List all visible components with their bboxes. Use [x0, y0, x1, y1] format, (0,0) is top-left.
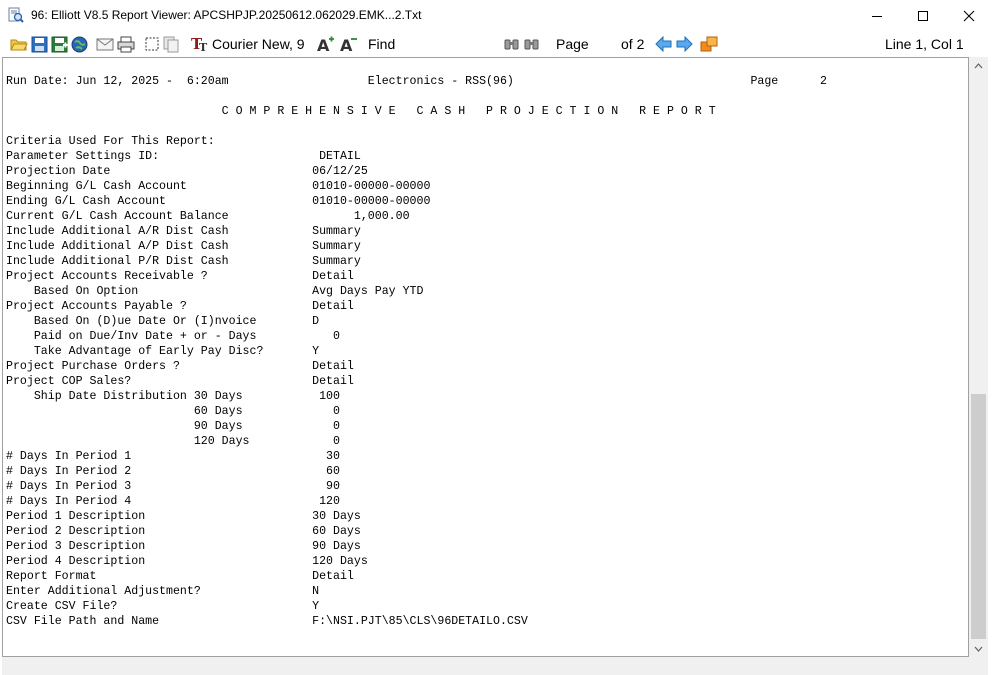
- report-line: Based On Option Avg Days Pay YTD: [6, 285, 424, 298]
- report-line: Period 3 Description 90 Days: [6, 540, 361, 553]
- report-text: Run Date: Jun 12, 2025 - 6:20am Electron…: [6, 74, 827, 629]
- report-view[interactable]: Run Date: Jun 12, 2025 - 6:20am Electron…: [2, 57, 969, 657]
- report-line: Current G/L Cash Account Balance 1,000.0…: [6, 210, 410, 223]
- cursor-position-wrap: Line 1, Col 1: [885, 34, 964, 54]
- window-title: 96: Elliott V8.5 Report Viewer: APCSHPJP…: [31, 8, 422, 22]
- page-of-label: of 2: [621, 36, 645, 52]
- cursor-position: Line 1, Col 1: [885, 36, 964, 52]
- report-line: Beginning G/L Cash Account 01010-00000-0…: [6, 180, 431, 193]
- report-line: 60 Days 0: [6, 405, 340, 418]
- report-line: # Days In Period 3 90: [6, 480, 340, 493]
- find-next-icon: [504, 39, 519, 49]
- report-line: [6, 89, 827, 104]
- find-label-wrap: Find: [368, 34, 395, 54]
- chevron-down-icon: [974, 646, 983, 652]
- print-button[interactable]: [117, 34, 135, 54]
- close-icon: [963, 10, 975, 21]
- report-line: Ship Date Distribution 30 Days 100: [6, 390, 340, 403]
- chevron-up-icon: [974, 62, 983, 68]
- scroll-down-button[interactable]: [969, 640, 988, 657]
- increase-font-button[interactable]: A: [316, 34, 334, 54]
- open-button[interactable]: [10, 34, 28, 54]
- status-strip: [2, 657, 988, 675]
- find-next-button[interactable]: [503, 34, 521, 54]
- page-label-wrap: Page: [556, 34, 589, 54]
- report-line: # Days In Period 2 60: [6, 465, 340, 478]
- select-button[interactable]: [144, 34, 160, 54]
- scroll-thumb[interactable]: [971, 394, 986, 639]
- next-page-icon: [676, 36, 693, 52]
- maximize-button[interactable]: [900, 0, 946, 31]
- report-line: Ending G/L Cash Account 01010-00000-0000…: [6, 195, 431, 208]
- report-line: Based On (D)ue Date Or (I)nvoice D: [6, 315, 320, 328]
- font-icon: TT: [191, 35, 208, 53]
- print-icon: [117, 36, 135, 52]
- maximize-icon: [918, 10, 928, 21]
- export-button[interactable]: [700, 34, 718, 54]
- report-line: Include Additional A/P Dist Cash Summary: [6, 240, 361, 253]
- report-line: Include Additional P/R Dist Cash Summary: [6, 255, 361, 268]
- close-button[interactable]: [946, 0, 992, 31]
- decrease-font-button[interactable]: A: [339, 34, 357, 54]
- report-line: Criteria Used For This Report:: [6, 135, 215, 148]
- report-line: Period 2 Description 60 Days: [6, 525, 361, 538]
- minimize-icon: [872, 15, 882, 17]
- find-prev-icon: [524, 39, 539, 49]
- report-line: Project Accounts Receivable ? Detail: [6, 270, 354, 283]
- copy-button[interactable]: [163, 34, 180, 54]
- report-line: 120 Days 0: [6, 435, 340, 448]
- report-line: Period 1 Description 30 Days: [6, 510, 361, 523]
- report-line: Include Additional A/R Dist Cash Summary: [6, 225, 361, 238]
- report-line: Paid on Due/Inv Date + or - Days 0: [6, 330, 340, 343]
- report-line: # Days In Period 4 120: [6, 495, 340, 508]
- report-line: Project Accounts Payable ? Detail: [6, 300, 354, 313]
- report-line: CSV File Path and Name F:\NSI.PJT\85\CLS…: [6, 615, 528, 628]
- find-prev-button[interactable]: [523, 34, 541, 54]
- report-line: [6, 119, 827, 134]
- next-page-button[interactable]: [675, 34, 693, 54]
- svg-text:A: A: [317, 36, 330, 53]
- report-line: Parameter Settings ID: DETAIL: [6, 150, 361, 163]
- font-button[interactable]: TT Courier New, 9: [190, 34, 305, 54]
- save-as-icon: [51, 36, 68, 52]
- export-icon: [700, 36, 718, 52]
- report-line: # Days In Period 1 30: [6, 450, 340, 463]
- previous-page-icon: [655, 36, 672, 52]
- email-button[interactable]: [96, 34, 114, 54]
- report-line: Enter Additional Adjustment? N: [6, 585, 320, 598]
- report-line: Report Format Detail: [6, 570, 354, 583]
- report-line: Project Purchase Orders ? Detail: [6, 360, 354, 373]
- open-folder-icon: [10, 39, 28, 51]
- page-label: Page: [556, 36, 589, 52]
- select-icon: [145, 37, 159, 51]
- copy-icon: [163, 36, 179, 52]
- report-line: Project COP Sales? Detail: [6, 375, 354, 388]
- find-label: Find: [368, 36, 396, 52]
- report-line: Run Date: Jun 12, 2025 - 6:20am Electron…: [6, 75, 827, 88]
- save-icon: [31, 36, 48, 52]
- report-line: Projection Date 06/12/25: [6, 165, 368, 178]
- globe-icon: [71, 36, 88, 52]
- previous-page-button[interactable]: [655, 34, 673, 54]
- report-line: Take Advantage of Early Pay Disc? Y: [6, 345, 320, 358]
- web-button[interactable]: [71, 34, 88, 54]
- scroll-up-button[interactable]: [969, 57, 988, 74]
- title-bar: 96: Elliott V8.5 Report Viewer: APCSHPJP…: [0, 0, 992, 31]
- email-icon: [96, 38, 114, 51]
- vertical-scrollbar[interactable]: [969, 57, 988, 657]
- decrease-font-icon: A: [340, 36, 357, 53]
- report-line: Create CSV File? Y: [6, 600, 320, 613]
- minimize-button[interactable]: [854, 0, 900, 31]
- page-of-wrap: of 2: [621, 34, 644, 54]
- svg-text:T: T: [199, 41, 208, 53]
- app-icon: [8, 7, 24, 23]
- increase-font-icon: A: [317, 36, 334, 53]
- report-line: 90 Days 0: [6, 420, 340, 433]
- save-as-button[interactable]: [51, 34, 69, 54]
- font-label: Courier New, 9: [212, 36, 305, 52]
- save-button[interactable]: [31, 34, 48, 54]
- toolbar: TT Courier New, 9 A A Find Page of 2 Lin…: [0, 31, 992, 84]
- report-line: Period 4 Description 120 Days: [6, 555, 368, 568]
- report-line: C O M P R E H E N S I V E C A S H P R O …: [6, 105, 716, 118]
